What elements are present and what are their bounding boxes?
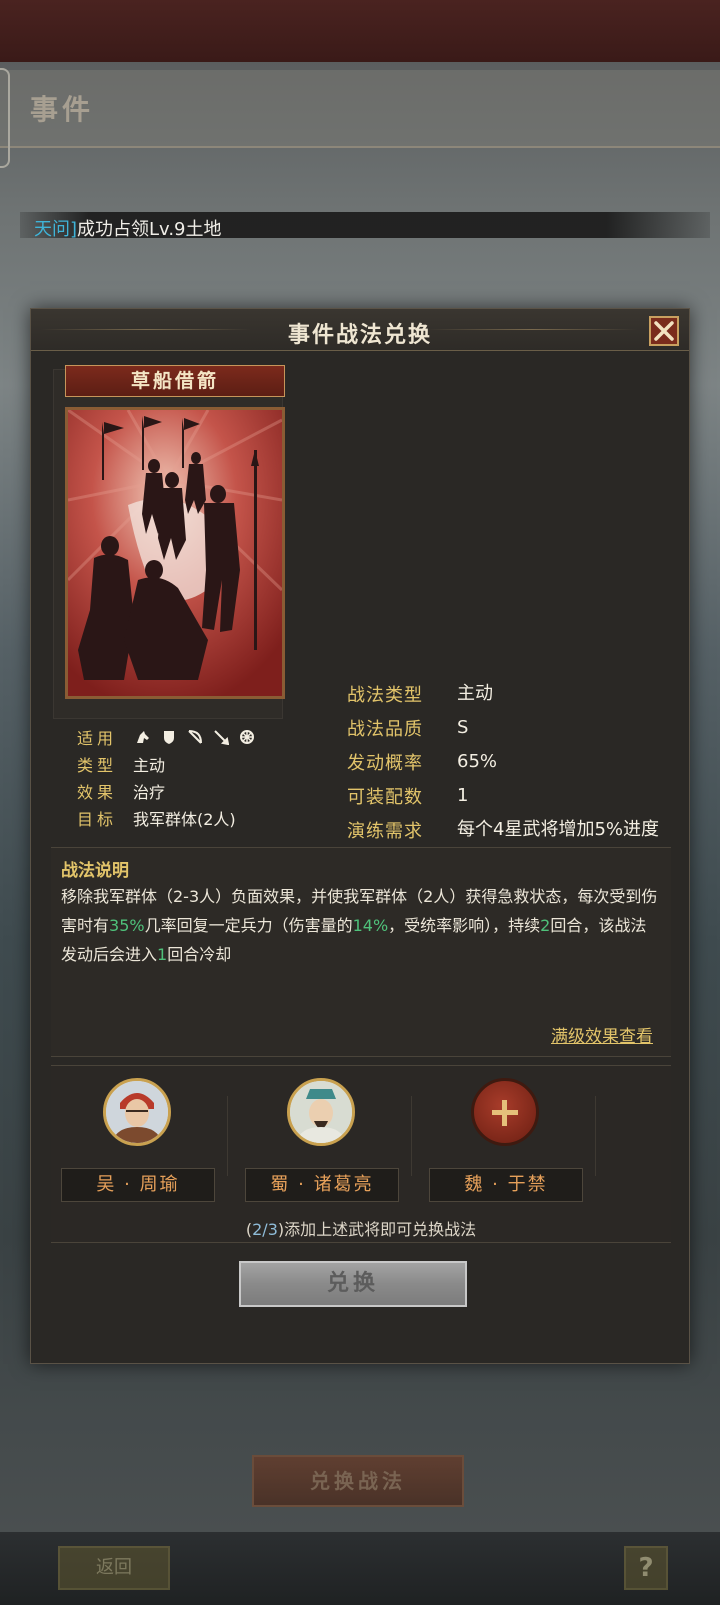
- spear-icon: [213, 729, 230, 745]
- tactic-exchange-dialog: 事件战法兑换 草船借箭 适用 类型 主动 效果 治疗 目标 我军群体(2人) 战…: [30, 308, 690, 1364]
- target-row: 目标 我军群体(2人): [77, 804, 287, 831]
- tactic-illustration: [65, 407, 285, 699]
- cavalry-icon: [135, 729, 151, 745]
- close-icon: [654, 321, 674, 341]
- general-name: 魏 · 于禁: [429, 1168, 583, 1202]
- header-bracket: [0, 68, 10, 168]
- type-row: 类型 主动: [77, 750, 287, 777]
- description-highlight: 1: [157, 945, 168, 964]
- shield-icon: [161, 729, 177, 745]
- tactic-description: 战法说明 移除我军群体（2-3人）负面效果，并使我军群体（2人）获得急救状态，每…: [51, 847, 671, 1057]
- top-bar: [0, 0, 720, 62]
- equip-count-label: 可装配数: [347, 787, 423, 808]
- trigger-rate-row: 发动概率 65%: [347, 749, 677, 775]
- dialog-body: 草船借箭 适用 类型 主动 效果 治疗 目标 我军群体(2人) 战法类型 主动 …: [51, 357, 671, 1357]
- general-slot-zhuge-liang[interactable]: 蜀 · 诸葛亮: [245, 1076, 399, 1202]
- dialog-title: 事件战法兑换: [287, 323, 432, 348]
- applies-label: 适用: [77, 728, 118, 748]
- add-general-icon[interactable]: [471, 1078, 539, 1146]
- target-label: 目标: [77, 809, 118, 829]
- practice-label: 演练需求: [347, 821, 423, 842]
- practice-value: 每个4星武将增加5%进度: [457, 819, 660, 840]
- effect-value: 治疗: [133, 782, 166, 802]
- description-part: 几率回复一定兵力（伤害量的: [144, 916, 353, 935]
- type-label: 类型: [77, 755, 118, 775]
- general-name: 吴 · 周瑜: [61, 1168, 215, 1202]
- required-generals: 吴 · 周瑜 蜀 · 诸葛亮 魏 · 于禁 (2/3)添加上述武将即可兑换战法: [51, 1065, 671, 1243]
- applies-row: 适用: [77, 723, 287, 750]
- description-part: ，受统率影响），持续: [388, 916, 541, 935]
- target-value: 我军群体(2人): [133, 809, 236, 829]
- close-button[interactable]: [649, 316, 679, 346]
- trigger-rate-value: 65%: [457, 751, 498, 772]
- tactic-quality-label: 战法品质: [347, 719, 423, 740]
- description-text: 移除我军群体（2-3人）负面效果，并使我军群体（2人）获得急救状态，每次受到伤害…: [61, 882, 661, 969]
- back-button[interactable]: 返回: [58, 1546, 170, 1590]
- exchange-button[interactable]: 兑换: [239, 1261, 467, 1307]
- troop-icons: [135, 729, 255, 745]
- hint-text: )添加上述武将即可兑换战法: [277, 1220, 477, 1239]
- hint-count: 2/3: [252, 1220, 278, 1239]
- generals-hint: (2/3)添加上述武将即可兑换战法: [51, 1216, 671, 1240]
- exchange-tactic-button[interactable]: 兑换战法: [252, 1455, 464, 1507]
- tactic-basic-info: 适用 类型 主动 效果 治疗 目标 我军群体(2人): [77, 723, 287, 831]
- description-highlight: 14%: [352, 916, 389, 935]
- type-value: 主动: [133, 755, 166, 775]
- tactic-type-value: 主动: [457, 683, 493, 704]
- dialog-header: 事件战法兑换: [31, 309, 689, 351]
- page-title: 事件: [30, 93, 95, 126]
- siege-icon: [239, 729, 255, 745]
- notice-who: 天问]: [34, 219, 78, 240]
- description-title: 战法说明: [61, 861, 129, 881]
- divider: [227, 1096, 228, 1176]
- general-name: 蜀 · 诸葛亮: [245, 1168, 399, 1202]
- bow-icon: [187, 729, 203, 745]
- tactic-type-label: 战法类型: [347, 685, 423, 706]
- general-slot-yu-jin[interactable]: 魏 · 于禁: [429, 1076, 583, 1202]
- practice-row: 演练需求 每个4星武将增加5%进度: [347, 817, 677, 843]
- notice-text: 天问]成功占领Lv.9土地: [34, 215, 222, 241]
- tactic-quality-value: S: [457, 717, 469, 738]
- effect-row: 效果 治疗: [77, 777, 287, 804]
- page-header: [0, 70, 720, 148]
- divider: [411, 1096, 412, 1176]
- equip-count-value: 1: [457, 785, 469, 806]
- effect-label: 效果: [77, 782, 118, 802]
- avatar: [287, 1078, 355, 1146]
- avatar: [103, 1078, 171, 1146]
- description-highlight: 2: [540, 916, 551, 935]
- equip-count-row: 可装配数 1: [347, 783, 677, 809]
- divider: [595, 1096, 596, 1176]
- full-level-effect-link[interactable]: 满级效果查看: [551, 1022, 653, 1047]
- tactic-type-row: 战法类型 主动: [347, 681, 677, 707]
- help-button[interactable]: ?: [624, 1546, 668, 1590]
- notice-message: 成功占领Lv.9土地: [77, 219, 222, 240]
- description-part: 回合冷却: [167, 945, 232, 964]
- tactic-quality-row: 战法品质 S: [347, 715, 677, 741]
- tactic-name: 草船借箭: [65, 365, 285, 397]
- trigger-rate-label: 发动概率: [347, 753, 423, 774]
- description-highlight: 35%: [109, 916, 145, 935]
- general-slot-zhou-yu[interactable]: 吴 · 周瑜: [61, 1076, 215, 1202]
- tactic-detail-info: 战法类型 主动 战法品质 S 发动概率 65% 可装配数 1 演练需求 每个4星…: [347, 681, 677, 851]
